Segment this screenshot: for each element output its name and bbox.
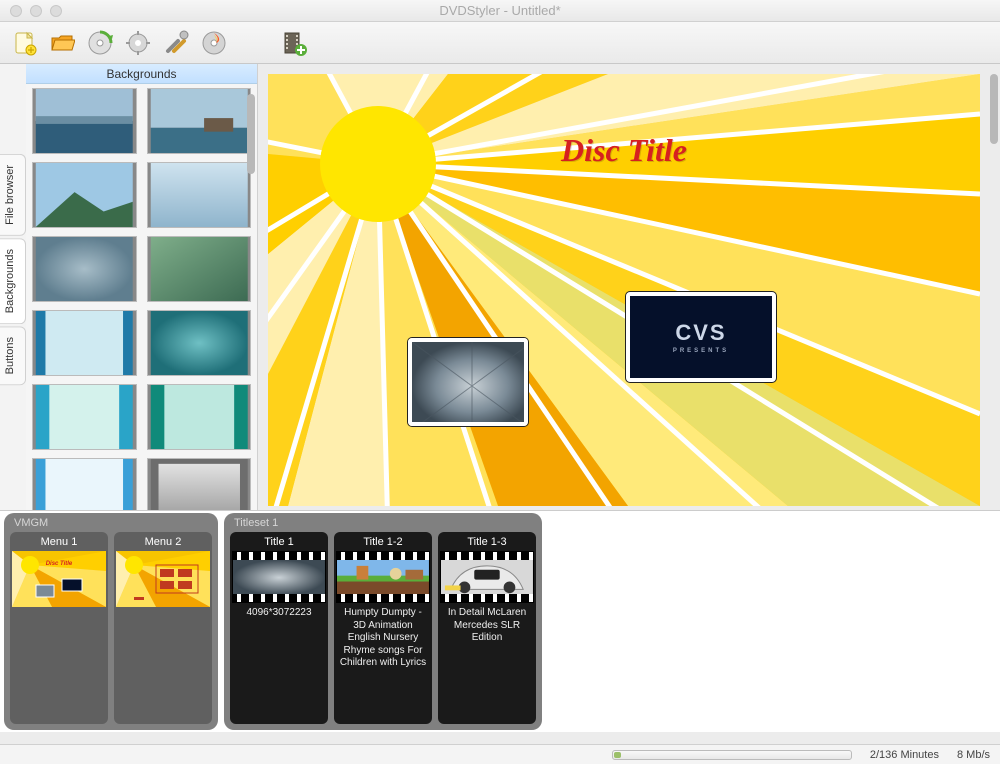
open-folder-icon <box>49 30 75 56</box>
burn-disc-icon <box>201 30 227 56</box>
placed-video-2-label: CVS <box>675 320 726 345</box>
placed-video-2[interactable]: CVS PRESENTS <box>626 292 776 382</box>
timeline-group-label: Titleset 1 <box>230 517 536 532</box>
main-toolbar <box>0 22 1000 64</box>
timeline-card-title: Title 1-2 <box>363 534 402 551</box>
bg-thumb[interactable] <box>147 458 252 510</box>
bg-thumb[interactable] <box>147 236 252 302</box>
save-button[interactable] <box>84 27 116 59</box>
settings-icon <box>125 30 151 56</box>
tools-button[interactable] <box>160 27 192 59</box>
window-titlebar: DVDStyler - Untitled* <box>0 0 1000 22</box>
timeline-card-title: Menu 1 <box>41 534 78 551</box>
new-file-button[interactable] <box>8 27 40 59</box>
burn-button[interactable] <box>198 27 230 59</box>
timeline-group-vmgm[interactable]: VMGM Menu 1 Disc Title Menu 2 <box>4 513 218 730</box>
sidetab-backgrounds[interactable]: Backgrounds <box>0 238 26 324</box>
timeline-card-menu-1[interactable]: Menu 1 Disc Title <box>10 532 108 724</box>
disc-usage-bar <box>612 750 852 760</box>
bg-thumb[interactable] <box>32 458 137 510</box>
timeline-group-titleset-1[interactable]: Titleset 1 Title 1 4096*3072223 Title 1-… <box>224 513 542 730</box>
new-file-icon <box>11 30 37 56</box>
timeline-card-title-1[interactable]: Title 1 4096*3072223 <box>230 532 328 724</box>
sidetab-file-browser[interactable]: File browser <box>0 154 26 236</box>
timeline-card-desc: Humpty Dumpty - 3D Animation English Nur… <box>336 603 430 670</box>
canvas-scrollbar[interactable] <box>990 74 998 144</box>
open-button[interactable] <box>46 27 78 59</box>
menu-canvas-wrap: Disc Title CVS PRESENTS <box>258 64 1000 510</box>
timeline-card-title: Menu 2 <box>145 534 182 551</box>
main-area: File browser Backgrounds Buttons Backgro… <box>0 64 1000 510</box>
bg-thumb[interactable] <box>147 162 252 228</box>
status-bar: 2/136 Minutes 8 Mb/s <box>0 744 1000 764</box>
save-icon <box>87 30 113 56</box>
add-video-button[interactable] <box>278 27 310 59</box>
backgrounds-scroll[interactable] <box>26 84 257 510</box>
timeline-card-title: Title 1-3 <box>467 534 506 551</box>
add-video-icon <box>281 30 307 56</box>
settings-button[interactable] <box>122 27 154 59</box>
bg-thumb[interactable] <box>32 310 137 376</box>
backgrounds-panel-header: Backgrounds <box>26 64 257 84</box>
window-title: DVDStyler - Untitled* <box>0 3 1000 18</box>
bg-thumb[interactable] <box>32 384 137 450</box>
bg-thumb[interactable] <box>32 236 137 302</box>
timeline-card-title-1-3[interactable]: Title 1-3 In Detail McLaren Mercedes SLR… <box>438 532 536 724</box>
bg-thumb[interactable] <box>32 88 137 154</box>
timeline: VMGM Menu 1 Disc Title Menu 2 <box>0 510 1000 732</box>
backgrounds-scrollbar[interactable] <box>247 94 255 174</box>
side-tab-strip: File browser Backgrounds Buttons <box>0 64 26 510</box>
tools-icon <box>163 30 189 56</box>
status-bitrate: 8 Mb/s <box>957 749 990 761</box>
bg-thumb[interactable] <box>147 384 252 450</box>
timeline-card-title-1-2[interactable]: Title 1-2 Humpty Dumpty - 3D Animation E… <box>334 532 432 724</box>
bg-thumb[interactable] <box>32 162 137 228</box>
bg-thumb[interactable] <box>147 88 252 154</box>
disc-title-text[interactable]: Disc Title <box>268 132 980 169</box>
placed-video-1[interactable] <box>408 338 528 426</box>
timeline-group-label: VMGM <box>10 517 212 532</box>
placed-video-2-sub: PRESENTS <box>673 348 729 354</box>
backgrounds-panel: Backgrounds <box>26 64 258 510</box>
timeline-card-desc: In Detail McLaren Mercedes SLR Edition <box>440 603 534 645</box>
timeline-card-menu-2[interactable]: Menu 2 <box>114 532 212 724</box>
timeline-card-title: Title 1 <box>264 534 294 551</box>
sidetab-buttons[interactable]: Buttons <box>0 326 26 385</box>
bg-thumb[interactable] <box>147 310 252 376</box>
status-minutes: 2/136 Minutes <box>870 749 939 761</box>
timeline-card-desc: 4096*3072223 <box>244 603 313 620</box>
menu-canvas[interactable]: Disc Title CVS PRESENTS <box>268 74 980 506</box>
svg-text:Disc Title: Disc Title <box>46 561 73 567</box>
